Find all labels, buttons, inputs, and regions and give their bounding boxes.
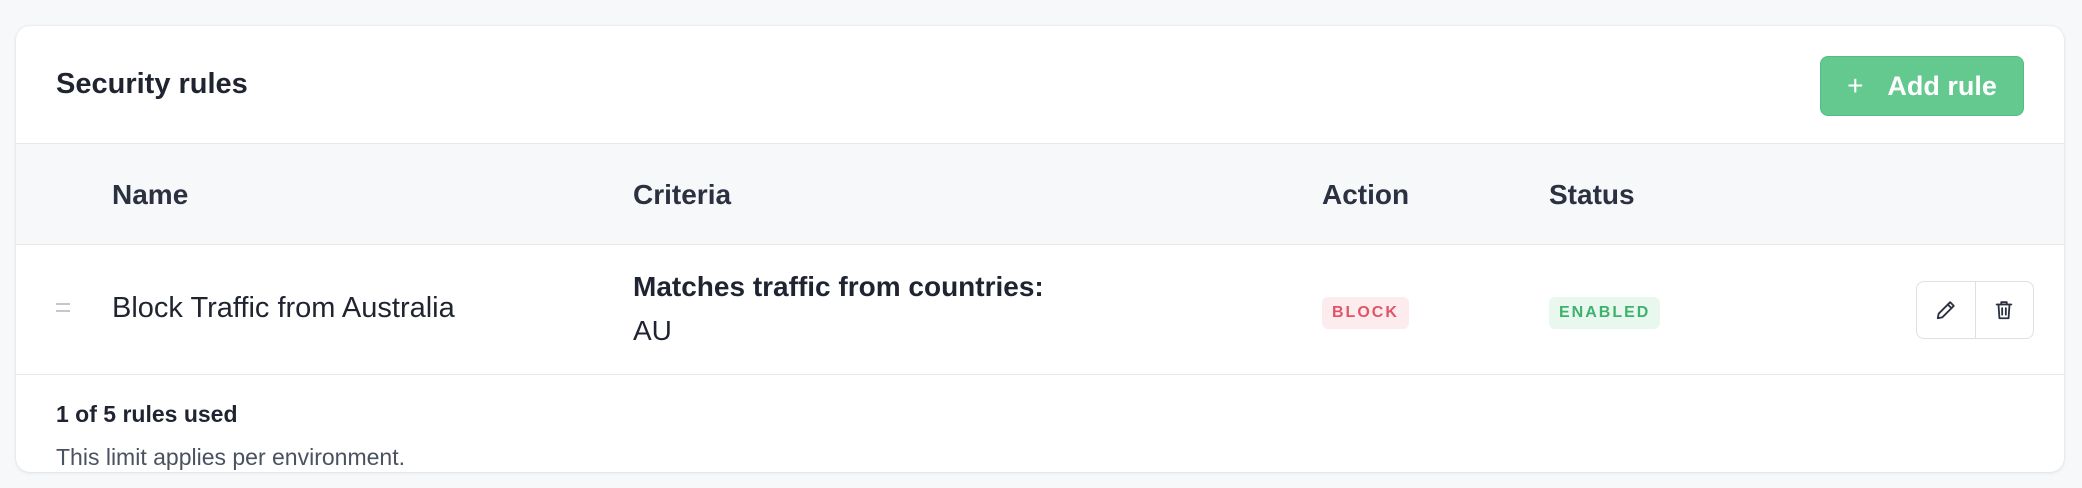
drag-handle-icon[interactable]	[56, 303, 70, 315]
trash-icon	[1996, 301, 2013, 320]
pencil-icon	[1936, 301, 1955, 320]
table-row: Block Traffic from Australia Matches tra…	[16, 245, 2064, 375]
plus-icon: +	[1847, 70, 1864, 101]
delete-rule-button[interactable]	[1974, 282, 2034, 338]
security-rules-card: Security rules + Add rule Name Criteria …	[16, 26, 2064, 472]
row-actions	[1916, 281, 2034, 339]
limit-note: This limit applies per environment.	[56, 444, 405, 470]
add-rule-label: Add rule	[1887, 70, 1997, 101]
criteria-value: AU	[633, 315, 672, 346]
column-header-status: Status	[1549, 179, 1635, 210]
column-header-criteria: Criteria	[633, 179, 732, 210]
rules-usage: 1 of 5 rules used	[56, 401, 238, 427]
action-badge: BLOCK	[1322, 297, 1409, 329]
column-header-name: Name	[112, 179, 189, 210]
column-header-action: Action	[1322, 179, 1410, 210]
status-badge: ENABLED	[1549, 297, 1661, 329]
add-rule-button[interactable]: + Add rule	[1820, 56, 2024, 116]
rule-name: Block Traffic from Australia	[112, 292, 455, 324]
edit-rule-button[interactable]	[1917, 282, 1975, 338]
table-header: Name Criteria Action Status	[16, 144, 2064, 245]
page-title: Security rules	[56, 68, 248, 100]
criteria-title: Matches traffic from countries:	[633, 271, 1044, 302]
card-header: Security rules + Add rule	[16, 26, 2064, 144]
